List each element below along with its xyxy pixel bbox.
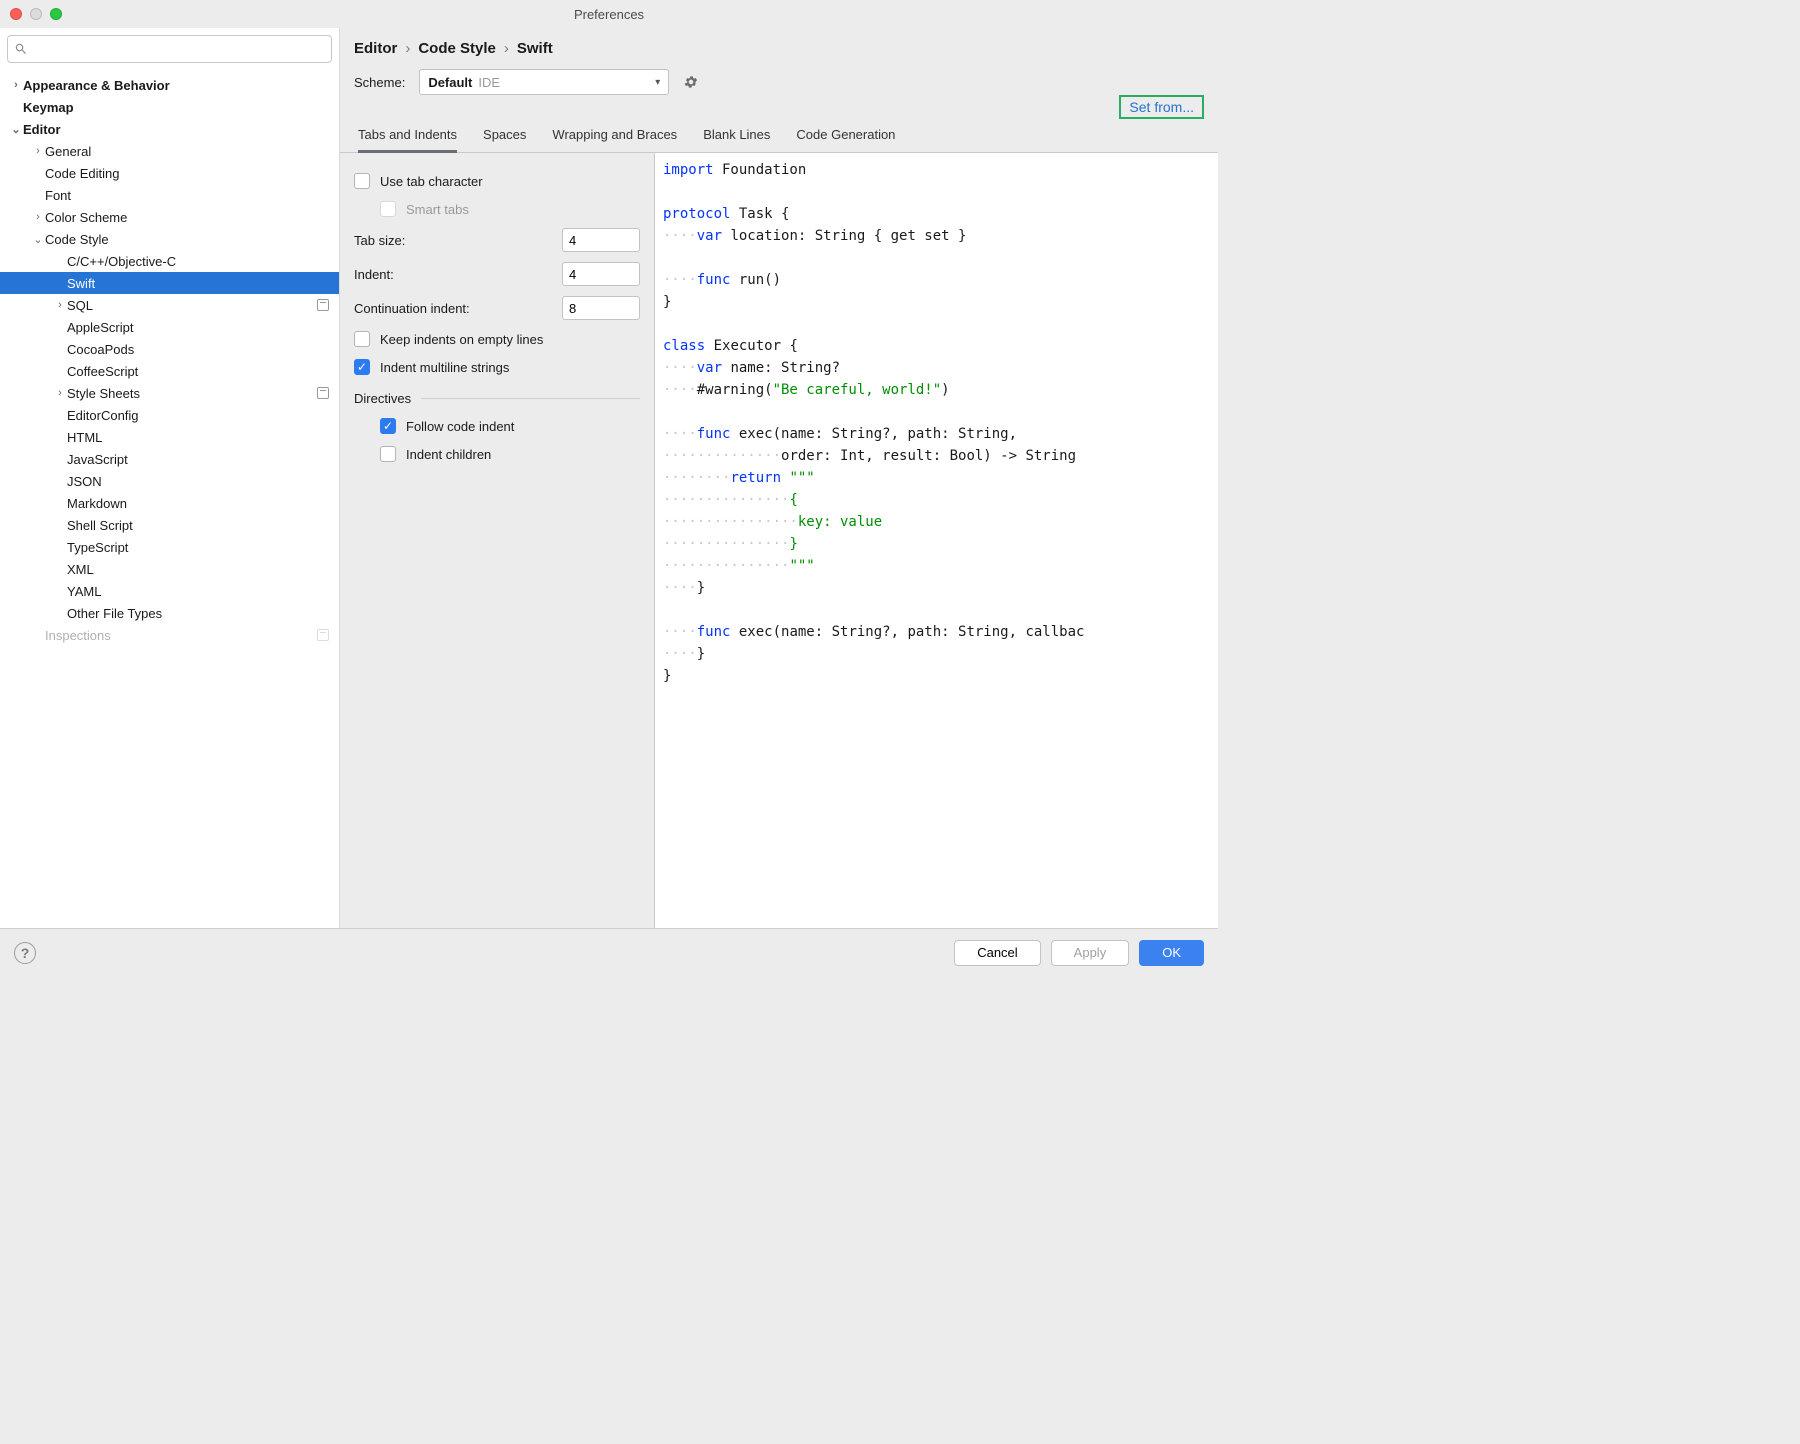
sidebar-item-c-c-objective-c[interactable]: C/C++/Objective-C: [0, 250, 339, 272]
search-icon: [14, 42, 28, 56]
indent-multiline-checkbox[interactable]: Indent multiline strings: [354, 353, 640, 381]
project-badge-icon: [317, 387, 329, 399]
sidebar-item-javascript[interactable]: JavaScript: [0, 448, 339, 470]
follow-code-indent-checkbox[interactable]: Follow code indent: [354, 412, 640, 440]
breadcrumb: Editor›Code Style›Swift: [340, 28, 1218, 65]
directives-section: Directives: [354, 391, 411, 406]
help-button[interactable]: ?: [14, 942, 36, 964]
sidebar-item-cocoapods[interactable]: CocoaPods: [0, 338, 339, 360]
gear-icon[interactable]: [683, 74, 699, 90]
close-icon[interactable]: [10, 8, 22, 20]
zoom-icon[interactable]: [50, 8, 62, 20]
sidebar-item-color-scheme[interactable]: ›Color Scheme: [0, 206, 339, 228]
search-input[interactable]: [7, 35, 332, 63]
tab-code-generation[interactable]: Code Generation: [796, 127, 895, 152]
titlebar: Preferences: [0, 0, 1218, 28]
ok-button[interactable]: OK: [1139, 940, 1204, 966]
sidebar-item-xml[interactable]: XML: [0, 558, 339, 580]
set-from-link[interactable]: Set from...: [1119, 95, 1204, 119]
code-preview: import Foundation protocol Task {····var…: [654, 153, 1218, 928]
sidebar-item-json[interactable]: JSON: [0, 470, 339, 492]
use-tab-character-checkbox[interactable]: Use tab character: [354, 167, 640, 195]
sidebar-item-code-style[interactable]: ⌄Code Style: [0, 228, 339, 250]
tabs: Tabs and Indents Spaces Wrapping and Brace…: [340, 105, 1218, 153]
smart-tabs-checkbox: Smart tabs: [354, 195, 640, 223]
sidebar-item-sql[interactable]: ›SQL: [0, 294, 339, 316]
apply-button[interactable]: Apply: [1051, 940, 1130, 966]
sidebar-item-applescript[interactable]: AppleScript: [0, 316, 339, 338]
minimize-icon: [30, 8, 42, 20]
tab-size-label: Tab size:: [354, 233, 405, 248]
chevron-down-icon: ▾: [655, 77, 660, 88]
sidebar-item-general[interactable]: ›General: [0, 140, 339, 162]
tab-blank-lines[interactable]: Blank Lines: [703, 127, 770, 152]
sidebar-item-other-file-types[interactable]: Other File Types: [0, 602, 339, 624]
sidebar-item-inspections[interactable]: Inspections: [0, 624, 339, 646]
project-badge-icon: [317, 299, 329, 311]
sidebar-item-shell-script[interactable]: Shell Script: [0, 514, 339, 536]
scheme-label: Scheme:: [354, 75, 405, 90]
keep-indents-empty-checkbox[interactable]: Keep indents on empty lines: [354, 325, 640, 353]
project-badge-icon: [317, 629, 329, 641]
sidebar: ›Appearance & BehaviorKeymap⌄Editor›Gene…: [0, 28, 340, 928]
continuation-indent-label: Continuation indent:: [354, 301, 470, 316]
indent-label: Indent:: [354, 267, 394, 282]
settings-tree: ›Appearance & BehaviorKeymap⌄Editor›Gene…: [0, 70, 339, 928]
tab-wrapping-and-braces[interactable]: Wrapping and Braces: [552, 127, 677, 152]
sidebar-item-editor[interactable]: ⌄Editor: [0, 118, 339, 140]
continuation-indent-input[interactable]: [562, 296, 640, 320]
sidebar-item-keymap[interactable]: Keymap: [0, 96, 339, 118]
sidebar-item-appearance-behavior[interactable]: ›Appearance & Behavior: [0, 74, 339, 96]
sidebar-item-typescript[interactable]: TypeScript: [0, 536, 339, 558]
search-field[interactable]: [32, 42, 325, 57]
indent-input[interactable]: [562, 262, 640, 286]
cancel-button[interactable]: Cancel: [954, 940, 1040, 966]
sidebar-item-code-editing[interactable]: Code Editing: [0, 162, 339, 184]
scheme-select[interactable]: DefaultIDE▾: [419, 69, 669, 95]
sidebar-item-html[interactable]: HTML: [0, 426, 339, 448]
sidebar-item-coffeescript[interactable]: CoffeeScript: [0, 360, 339, 382]
sidebar-item-font[interactable]: Font: [0, 184, 339, 206]
tab-size-input[interactable]: [562, 228, 640, 252]
sidebar-item-yaml[interactable]: YAML: [0, 580, 339, 602]
sidebar-item-swift[interactable]: Swift: [0, 272, 339, 294]
sidebar-item-markdown[interactable]: Markdown: [0, 492, 339, 514]
window-title: Preferences: [574, 7, 644, 22]
settings-panel: Use tab character Smart tabs Tab size: I…: [340, 153, 654, 928]
indent-children-checkbox[interactable]: Indent children: [354, 440, 640, 468]
tab-tabs-and-indents[interactable]: Tabs and Indents: [358, 127, 457, 153]
tab-spaces[interactable]: Spaces: [483, 127, 526, 152]
sidebar-item-editorconfig[interactable]: EditorConfig: [0, 404, 339, 426]
sidebar-item-style-sheets[interactable]: ›Style Sheets: [0, 382, 339, 404]
